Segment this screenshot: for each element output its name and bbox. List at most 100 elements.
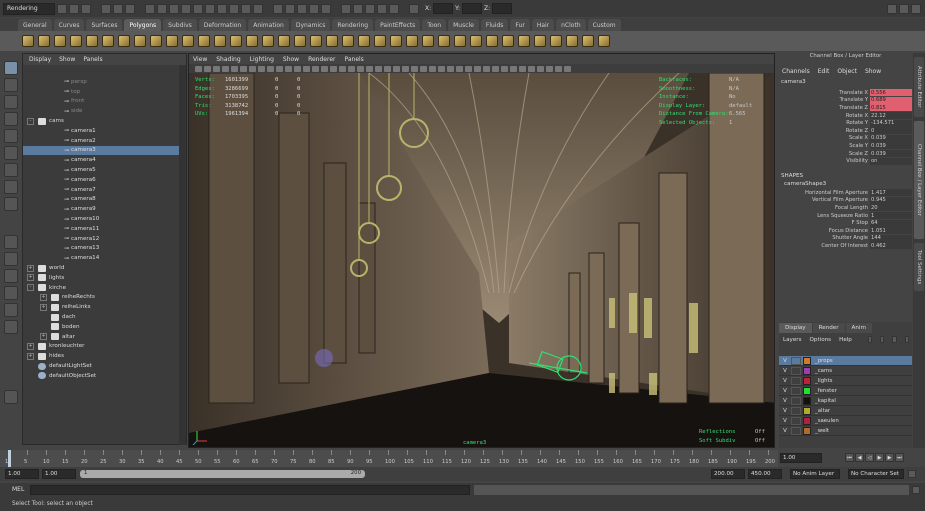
shelf-tab-custom[interactable]: Custom: [587, 19, 621, 31]
shelf-tab-subdivs[interactable]: Subdivs: [163, 19, 197, 31]
viewport-tool-icon[interactable]: [537, 65, 544, 72]
channel-value[interactable]: 0.462: [870, 242, 912, 250]
boolean-union-icon[interactable]: [278, 35, 290, 47]
object-menu[interactable]: Object: [837, 68, 857, 75]
viewport-tool-icon[interactable]: [510, 65, 517, 72]
show-menu[interactable]: Show: [865, 68, 881, 75]
viewport-tool-icon[interactable]: [285, 65, 292, 72]
outliner-item[interactable]: boden: [23, 322, 186, 332]
toggle-attribute-editor-icon[interactable]: [887, 3, 897, 14]
checker-icon[interactable]: [598, 35, 610, 47]
expand-toggle-icon[interactable]: +: [40, 303, 47, 311]
smooth-icon[interactable]: [262, 35, 274, 47]
channel-row[interactable]: Rotate Z0: [779, 127, 912, 135]
channel-row[interactable]: Focus Distance 1.051: [779, 227, 912, 235]
viewport-tool-icon[interactable]: [222, 65, 229, 72]
shelf-tab-deformation[interactable]: Deformation: [198, 19, 247, 31]
shelf-tab-animation[interactable]: Animation: [248, 19, 289, 31]
layer-visibility-toggle[interactable]: V: [779, 418, 791, 424]
layer-visibility-toggle[interactable]: V: [779, 378, 791, 384]
poly-platonic-icon[interactable]: [198, 35, 210, 47]
offset-edge-loop-icon[interactable]: [438, 35, 450, 47]
channel-row[interactable]: Scale Y 0.039: [779, 142, 912, 150]
layer-visibility-toggle[interactable]: V: [779, 398, 791, 404]
layer-color-swatch[interactable]: [803, 416, 811, 425]
shelf-tab-dynamics[interactable]: Dynamics: [290, 19, 331, 31]
outliner-menu-display[interactable]: Display: [29, 56, 51, 63]
outliner-item[interactable]: + hides: [23, 351, 186, 361]
viewport-tool-icon[interactable]: [528, 65, 535, 72]
channel-row[interactable]: Lens Squeeze Ratio 1: [779, 212, 912, 220]
channel-value[interactable]: 1.417: [870, 189, 912, 197]
current-time-marker[interactable]: [8, 450, 11, 467]
layer-display-type[interactable]: [791, 406, 801, 415]
viewport-tool-icon[interactable]: [276, 65, 283, 72]
viewport-tool-icon[interactable]: [438, 65, 445, 72]
viewport-tool-icon[interactable]: [411, 65, 418, 72]
planar-map-icon[interactable]: [582, 35, 594, 47]
go-end-button[interactable]: ⏭: [895, 453, 904, 462]
step-back-button[interactable]: ◀: [855, 453, 864, 462]
layer-display-type[interactable]: [791, 366, 801, 375]
snap-plane-icon[interactable]: [309, 3, 319, 14]
layout-graph-icon[interactable]: [4, 303, 18, 317]
snap-curve-icon[interactable]: [285, 3, 295, 14]
channel-value[interactable]: on: [870, 157, 912, 165]
time-slider[interactable]: 1 5 10 15 20 25 30 35 40 45 50 55 60 65 70 75 80 85 90 95 10…: [0, 450, 778, 467]
channel-value[interactable]: 0.039: [870, 134, 912, 142]
viewport-tool-icon[interactable]: [492, 65, 499, 72]
soft-mod-icon[interactable]: [4, 180, 18, 194]
playback-start-field[interactable]: 1.00: [42, 469, 76, 479]
viewport-tool-icon[interactable]: [555, 65, 562, 72]
expand-toggle-icon[interactable]: +: [40, 293, 47, 301]
poly-sphere-icon[interactable]: [22, 35, 34, 47]
viewport-tool-icon[interactable]: [240, 65, 247, 72]
outliner-menu-show[interactable]: Show: [59, 56, 75, 63]
outliner-item[interactable]: - kirche: [23, 283, 186, 293]
channel-value[interactable]: 0: [870, 127, 912, 135]
layer-row[interactable]: V _cams: [779, 366, 912, 376]
move-down-icon[interactable]: [904, 336, 909, 343]
layer-display-type[interactable]: [791, 356, 801, 365]
layer-visibility-toggle[interactable]: V: [779, 388, 791, 394]
shelf-tab-surfaces[interactable]: Surfaces: [86, 19, 123, 31]
expand-toggle-icon[interactable]: +: [40, 333, 47, 341]
outliner-item[interactable]: ⊸ camera3: [23, 145, 186, 156]
snap-point-icon[interactable]: [297, 3, 307, 14]
show-manip-icon[interactable]: [4, 197, 18, 211]
channel-row[interactable]: Scale X 0.039: [779, 134, 912, 143]
viewport-tool-icon[interactable]: [330, 65, 337, 72]
layer-visibility-toggle[interactable]: V: [779, 428, 791, 434]
channel-value[interactable]: 0.039: [870, 142, 912, 150]
character-set-select[interactable]: No Character Set: [848, 469, 904, 479]
move-tool-icon[interactable]: [4, 112, 18, 126]
create-polygon-icon[interactable]: [374, 35, 386, 47]
viewport-tool-icon[interactable]: [339, 65, 346, 72]
shelf-tab-painteffects[interactable]: PaintEffects: [375, 19, 421, 31]
mode-select[interactable]: Rendering: [3, 2, 55, 15]
outliner-item[interactable]: ⊸ persp: [23, 77, 186, 87]
mask-icon-4[interactable]: [181, 3, 191, 14]
outliner-item[interactable]: ⊸ camera5: [23, 165, 186, 175]
separate-icon[interactable]: [230, 35, 242, 47]
outliner-menu-panels[interactable]: Panels: [83, 56, 102, 63]
collapse-icon[interactable]: [550, 35, 562, 47]
viewport-tool-icon[interactable]: [447, 65, 454, 72]
poly-pyramid-icon[interactable]: [134, 35, 146, 47]
select-hierarchy-icon[interactable]: [101, 3, 111, 14]
perspective-viewport[interactable]: View Shading Lighting Show Renderer Pane…: [188, 53, 775, 448]
end-time-field[interactable]: 450.00: [748, 469, 782, 479]
average-vertices-icon[interactable]: [342, 35, 354, 47]
z-field[interactable]: [492, 3, 513, 14]
layout-single-icon[interactable]: [4, 235, 18, 249]
layout-outliner-icon[interactable]: [4, 286, 18, 300]
layer-tab-anim[interactable]: Anim: [845, 323, 872, 333]
append-polygon-icon[interactable]: [390, 35, 402, 47]
viewport-tool-icon[interactable]: [312, 65, 319, 72]
mask-icon-9[interactable]: [241, 3, 251, 14]
channel-row[interactable]: Vertical Film Aperture 0.945: [779, 196, 912, 205]
channel-row[interactable]: Translate Z 0.815: [779, 104, 912, 112]
extract-icon[interactable]: [246, 35, 258, 47]
script-editor-icon[interactable]: [912, 486, 920, 494]
y-field[interactable]: [462, 3, 483, 14]
